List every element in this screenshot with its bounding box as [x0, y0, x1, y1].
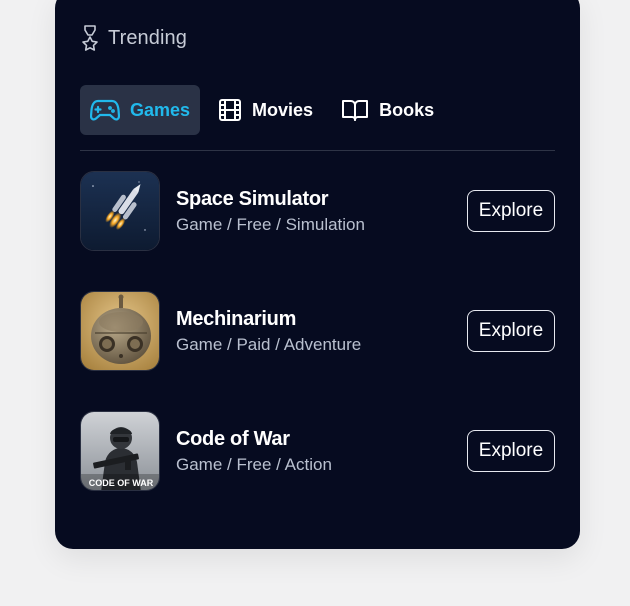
award-ribbon-icon	[80, 25, 100, 51]
game-logo-text: CODE OF WAR	[89, 478, 154, 488]
card-header: Trending	[80, 25, 187, 51]
tab-movies[interactable]: Movies	[208, 85, 323, 135]
item-meta: Game / Paid / Adventure	[176, 334, 362, 354]
list-item: CODE OF WAR Code of War Game / Free / Ac…	[80, 410, 555, 492]
tabs-divider	[80, 150, 555, 151]
tab-label: Movies	[252, 99, 314, 120]
explore-button[interactable]: Explore	[467, 310, 555, 352]
item-info: Space Simulator Game / Free / Simulation	[176, 188, 365, 235]
rocket-image	[80, 171, 160, 251]
item-title: Code of War	[176, 427, 290, 450]
film-icon	[218, 98, 242, 122]
soldier-image: CODE OF WAR	[80, 411, 160, 491]
item-meta: Game / Free / Simulation	[176, 214, 365, 234]
tab-label: Books	[379, 99, 435, 120]
category-tabs: Games Movies Books	[80, 85, 444, 135]
list-item: Space Simulator Game / Free / Simulation…	[80, 170, 555, 252]
trending-list: Space Simulator Game / Free / Simulation…	[80, 170, 555, 530]
robot-image	[80, 291, 160, 371]
item-info: Code of War Game / Free / Action	[176, 428, 332, 475]
card-title: Trending	[108, 26, 187, 49]
book-icon	[341, 98, 369, 122]
item-meta: Game / Free / Action	[176, 454, 332, 474]
item-title: Mechinarium	[176, 307, 297, 330]
tab-games[interactable]: Games	[80, 85, 201, 135]
tab-books[interactable]: Books	[331, 85, 444, 135]
list-item: Mechinarium Game / Paid / Adventure Expl…	[80, 290, 555, 372]
tab-label: Games	[130, 99, 191, 120]
trending-card: Trending Games Movies Books Space Simula…	[55, 0, 580, 549]
item-title: Space Simulator	[176, 187, 329, 210]
explore-button[interactable]: Explore	[467, 430, 555, 472]
gamepad-icon	[90, 98, 120, 122]
item-info: Mechinarium Game / Paid / Adventure	[176, 308, 361, 355]
explore-button[interactable]: Explore	[467, 190, 555, 232]
